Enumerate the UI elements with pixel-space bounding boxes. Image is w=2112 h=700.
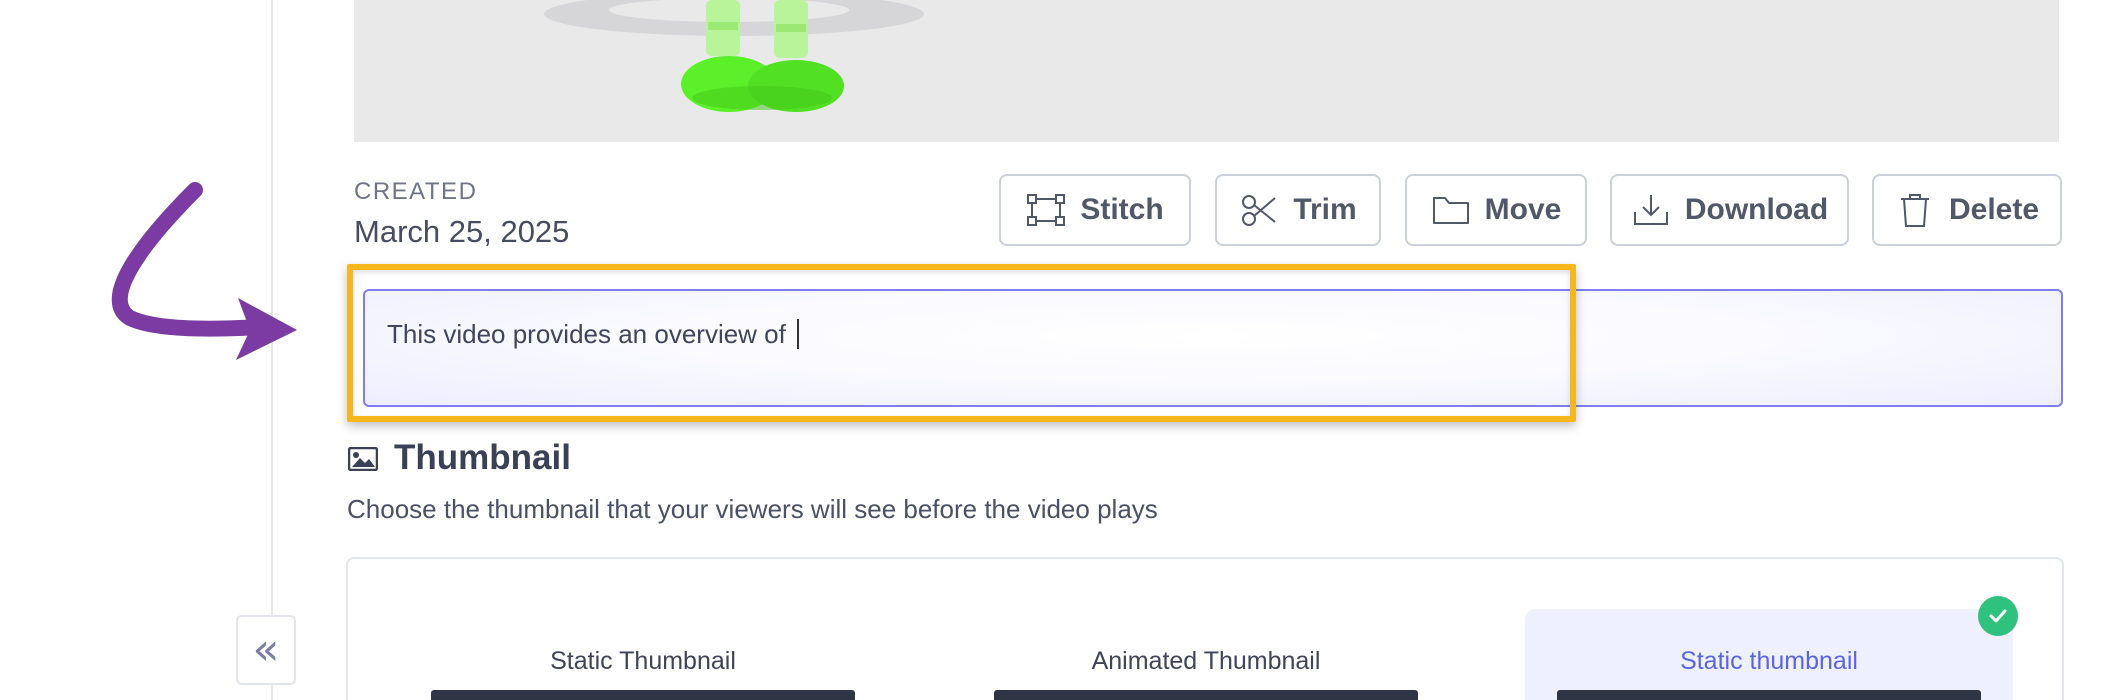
download-icon bbox=[1633, 195, 1668, 225]
check-icon bbox=[1978, 596, 2018, 636]
created-date: March 25, 2025 bbox=[354, 214, 570, 249]
move-button[interactable]: Move bbox=[1405, 174, 1587, 246]
thumbnail-option-label: Static thumbnail bbox=[1680, 647, 1858, 675]
video-preview[interactable] bbox=[354, 0, 2059, 142]
download-label: Download bbox=[1684, 193, 1829, 226]
stitch-label: Stitch bbox=[1080, 193, 1164, 226]
thumbnail-preview bbox=[431, 690, 855, 700]
annotation-highlight bbox=[347, 264, 1576, 422]
annotation-arrow-icon bbox=[111, 182, 297, 360]
created-label: CREATED bbox=[354, 178, 478, 205]
move-label: Move bbox=[1484, 193, 1562, 226]
thumbnail-title: Thumbnail bbox=[394, 438, 571, 477]
scissors-icon bbox=[1242, 195, 1276, 226]
trash-icon bbox=[1900, 194, 1929, 227]
download-button[interactable]: Download bbox=[1610, 174, 1849, 246]
double-chevron-left-icon: « bbox=[252, 624, 280, 675]
collapse-sidebar-button[interactable]: « bbox=[236, 615, 296, 685]
thumbnail-option-label: Animated Thumbnail bbox=[1091, 647, 1321, 675]
thumbnail-preview bbox=[994, 690, 1418, 700]
stitch-icon bbox=[1027, 194, 1066, 226]
folder-icon bbox=[1432, 197, 1469, 224]
trim-button[interactable]: Trim bbox=[1215, 174, 1381, 246]
trim-label: Trim bbox=[1293, 193, 1357, 226]
thumbnail-option-label: Static Thumbnail bbox=[550, 647, 736, 675]
image-icon bbox=[348, 447, 378, 471]
delete-button[interactable]: Delete bbox=[1872, 174, 2062, 246]
stitch-button[interactable]: Stitch bbox=[999, 174, 1191, 246]
video-frame-figure bbox=[544, 0, 924, 112]
delete-label: Delete bbox=[1948, 193, 2040, 226]
thumbnail-subtitle: Choose the thumbnail that your viewers w… bbox=[347, 494, 1158, 524]
thumbnail-preview bbox=[1557, 690, 1981, 700]
